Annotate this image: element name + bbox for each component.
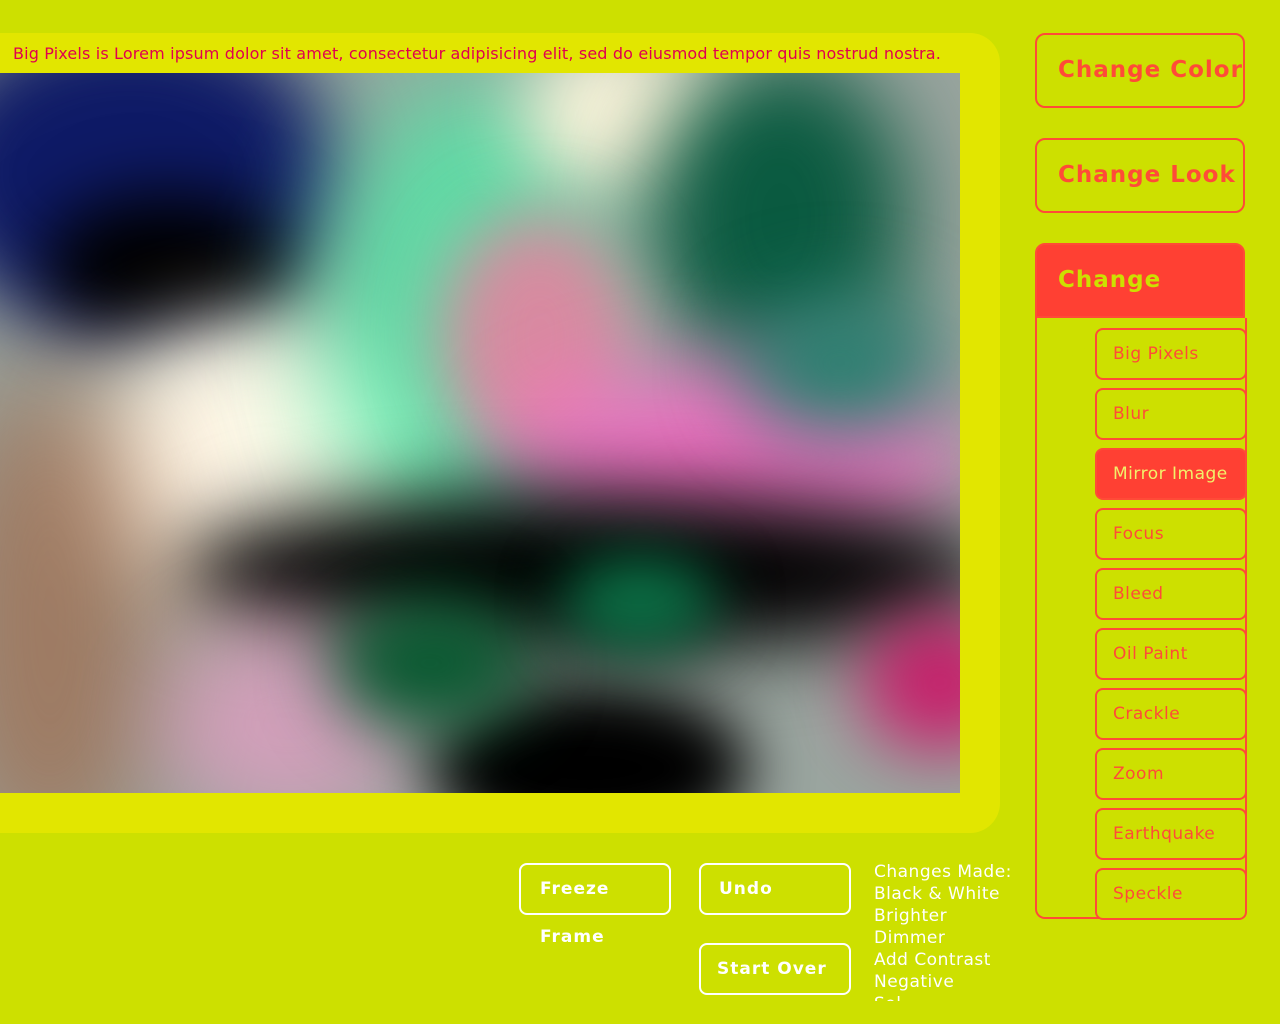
change-item: Add Contrast	[874, 950, 991, 970]
effect-bleed-button[interactable]: Bleed	[1095, 568, 1247, 620]
change-look-button[interactable]: Change Look	[1035, 138, 1245, 213]
image-region	[740, 293, 940, 433]
effect-big-pixels-button[interactable]: Big Pixels	[1095, 328, 1247, 380]
change-item: Sol...	[874, 993, 1024, 1001]
change-color-button[interactable]: Change Color	[1035, 33, 1245, 108]
changes-heading: Changes Made:	[874, 862, 1012, 882]
change-shape-button[interactable]: Change Shape	[1035, 243, 1245, 364]
effect-focus-button[interactable]: Focus	[1095, 508, 1247, 560]
camera-preview-image	[0, 73, 960, 793]
image-region	[40, 193, 300, 343]
freeze-frame-button[interactable]: Freeze Frame	[519, 863, 671, 947]
start-over-button[interactable]: Start Over	[699, 943, 851, 995]
effect-mirror-image-button[interactable]: Mirror Image	[1095, 448, 1247, 500]
effect-blur-button[interactable]: Blur	[1095, 388, 1247, 440]
image-region	[860, 613, 960, 753]
effect-speckle-button[interactable]: Speckle	[1095, 868, 1247, 920]
image-region	[330, 593, 530, 733]
effect-earthquake-button[interactable]: Earthquake	[1095, 808, 1247, 860]
change-item: Negative	[874, 972, 955, 992]
change-item: Black & White	[874, 884, 1000, 904]
effect-crackle-button[interactable]: Crackle	[1095, 688, 1247, 740]
image-region	[560, 553, 720, 653]
effect-oil-paint-button[interactable]: Oil Paint	[1095, 628, 1247, 680]
effect-description: Big Pixels is Lorem ipsum dolor sit amet…	[13, 44, 941, 63]
undo-button[interactable]: Undo	[699, 863, 851, 915]
change-item: Dimmer	[874, 928, 946, 948]
effect-zoom-button[interactable]: Zoom	[1095, 748, 1247, 800]
changes-made-list: Changes Made: Black & White Brighter Dim…	[874, 861, 1024, 1001]
change-item: Brighter	[874, 906, 948, 926]
